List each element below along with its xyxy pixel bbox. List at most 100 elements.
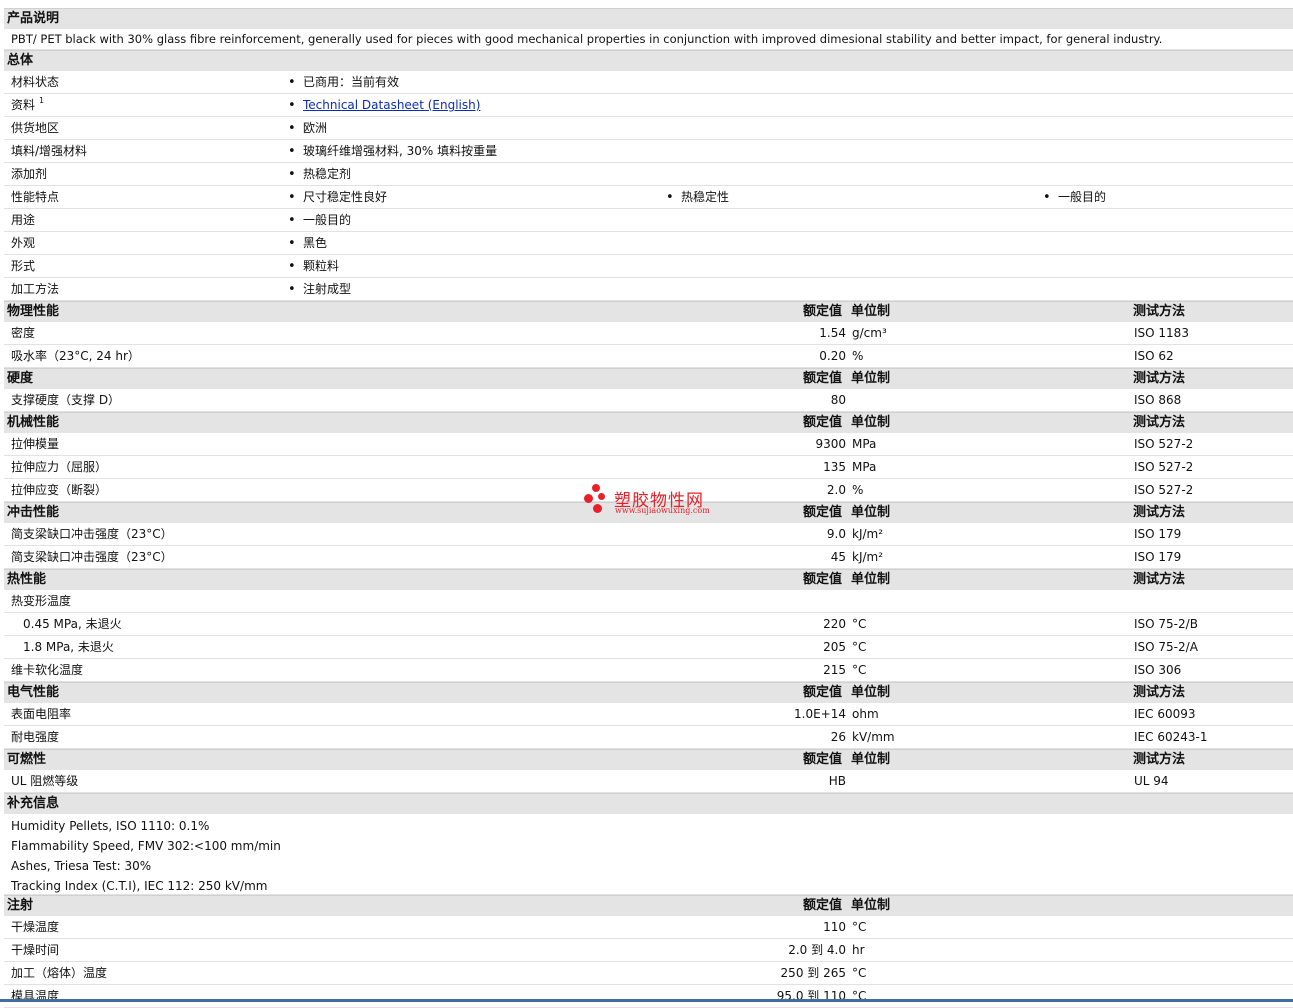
property-test-method: IEC 60093: [1134, 707, 1196, 721]
property-label: 简支梁缺口冲击强度（23°C）: [11, 550, 173, 564]
section-title: 补充信息: [7, 796, 60, 811]
property-label: 拉伸应力（屈服）: [11, 460, 108, 474]
header-unit: 单位制: [851, 304, 891, 319]
section-title: 硬度: [7, 371, 34, 386]
property-unit: %: [852, 349, 864, 363]
property-unit: kJ/m²: [852, 550, 884, 564]
property-unit: kJ/m²: [852, 527, 884, 541]
property-unit: %: [852, 483, 864, 497]
supplemental-line: Humidity Pellets, ISO 1110: 0.1%: [11, 819, 210, 833]
general-value-text: 黑色: [303, 236, 328, 250]
property-label: 密度: [11, 326, 36, 340]
general-label: 性能特点: [11, 190, 60, 204]
general-label: 材料状态: [11, 75, 60, 89]
property-row: 支撑硬度（支撑 D） 80 ISO 868: [4, 389, 1293, 412]
section-injection: 注射 额定值 单位制: [4, 895, 1293, 916]
general-row: 材料状态 已商用：当前有效: [4, 71, 1293, 94]
property-label: 模具温度: [11, 989, 60, 1003]
property-label: 表面电阻率: [11, 707, 72, 721]
property-label: 干燥温度: [11, 920, 60, 934]
section-properties: 热性能 额定值 单位制 测试方法: [4, 569, 1293, 590]
general-value-item: 尺寸稳定性良好: [288, 186, 387, 209]
general-value-item: 热稳定剂: [288, 163, 351, 186]
header-value: 额定值: [803, 898, 843, 913]
property-test-method: UL 94: [1134, 774, 1169, 788]
section-properties: 机械性能 额定值 单位制 测试方法: [4, 412, 1293, 433]
general-label: 填料/增强材料: [11, 144, 88, 158]
general-value-text: 已商用：当前有效: [303, 75, 400, 89]
property-value: 250 到 265: [780, 966, 846, 980]
property-label: 支撑硬度（支撑 D）: [11, 393, 121, 407]
general-row: 用途 一般目的: [4, 209, 1293, 232]
general-value-text: 热稳定性: [681, 190, 730, 204]
general-label: 资料: [11, 98, 36, 112]
property-label: 1.8 MPa, 未退火: [23, 640, 114, 654]
section-title: 可燃性: [7, 752, 47, 767]
property-test-method: ISO 179: [1134, 527, 1182, 541]
property-label: 拉伸模量: [11, 437, 60, 451]
supplemental-line: Flammability Speed, FMV 302:<100 mm/min: [11, 839, 281, 853]
property-value: 1.0E+14: [794, 707, 846, 721]
general-value-item: 热稳定性: [666, 186, 729, 209]
property-row: 吸水率（23°C, 24 hr） 0.20% ISO 62: [4, 345, 1293, 368]
watermark-dot: [598, 493, 605, 500]
header-unit: 单位制: [851, 572, 891, 587]
general-row: 添加剂 热稳定剂: [4, 163, 1293, 186]
section-properties: 物理性能 额定值 单位制 测试方法: [4, 301, 1293, 322]
datasheet-link[interactable]: Technical Datasheet (English): [303, 98, 480, 112]
property-value: 0.20: [819, 349, 846, 363]
section-properties: 硬度 额定值 单位制 测试方法: [4, 368, 1293, 389]
property-unit: g/cm³: [852, 326, 887, 340]
general-value-text: 欧洲: [303, 121, 328, 135]
header-unit: 单位制: [851, 415, 891, 430]
property-row: 1.8 MPa, 未退火 205 °C ISO 75-2/A: [4, 636, 1293, 659]
property-unit: °C: [852, 966, 867, 980]
section-title: 电气性能: [7, 685, 60, 700]
header-value: 额定值: [803, 752, 843, 767]
general-label: 供货地区: [11, 121, 60, 135]
watermark-dot: [584, 494, 593, 503]
section-properties: 可燃性 额定值 单位制 测试方法: [4, 749, 1293, 770]
general-value-text: 一般目的: [1058, 190, 1107, 204]
general-value-text: 玻璃纤维增强材料, 30% 填料按重量: [303, 144, 498, 158]
property-test-method: IEC 60243-1: [1134, 730, 1208, 744]
property-test-method: ISO 868: [1134, 393, 1182, 407]
general-value-item: 一般目的: [1043, 186, 1106, 209]
general-row: 形式 颗粒料: [4, 255, 1293, 278]
property-row: 干燥温度 110 °C: [4, 916, 1293, 939]
property-label: UL 阻燃等级: [11, 774, 79, 788]
header-method: 测试方法: [1133, 752, 1186, 767]
general-row: 外观 黑色: [4, 232, 1293, 255]
header-method: 测试方法: [1133, 304, 1186, 319]
property-unit: hr: [852, 943, 865, 957]
property-label: 干燥时间: [11, 943, 60, 957]
property-unit: °C: [852, 989, 867, 1003]
property-row: 干燥时间 2.0 到 4.0 hr: [4, 939, 1293, 962]
section-title: 冲击性能: [7, 505, 60, 520]
general-label: 用途: [11, 213, 36, 227]
supplemental-notes: Humidity Pellets, ISO 1110: 0.1% Flammabi…: [4, 814, 1293, 895]
header-value: 额定值: [803, 415, 843, 430]
header-unit: 单位制: [851, 505, 891, 520]
general-value-item: 黑色: [288, 232, 327, 255]
property-row: 模具温度 95.0 到 110 °C: [4, 985, 1293, 1008]
property-value: 9300: [815, 437, 846, 451]
header-unit: 单位制: [851, 685, 891, 700]
header-method: 测试方法: [1133, 371, 1186, 386]
watermark: 塑胶物性网 www.sujiaowuxing.com: [584, 484, 724, 520]
property-test-method: ISO 1183: [1134, 326, 1189, 340]
property-test-method: ISO 75-2/B: [1134, 617, 1198, 631]
property-label: 0.45 MPa, 未退火: [23, 617, 122, 631]
property-value: 2.0: [826, 483, 846, 497]
section-title: 总体: [7, 53, 34, 68]
general-label: 外观: [11, 236, 36, 250]
property-label: 简支梁缺口冲击强度（23°C）: [11, 527, 173, 541]
supplemental-line: Ashes, Triesa Test: 30%: [11, 859, 152, 873]
header-method: 测试方法: [1133, 572, 1186, 587]
description-row: PBT/ PET black with 30% glass fibre rein…: [4, 29, 1293, 50]
property-unit: °C: [852, 663, 867, 677]
property-test-method: ISO 62: [1134, 349, 1174, 363]
general-value-text: 颗粒料: [303, 259, 340, 273]
property-test-method: ISO 527-2: [1134, 460, 1194, 474]
section-description: 产品说明: [4, 8, 1293, 29]
